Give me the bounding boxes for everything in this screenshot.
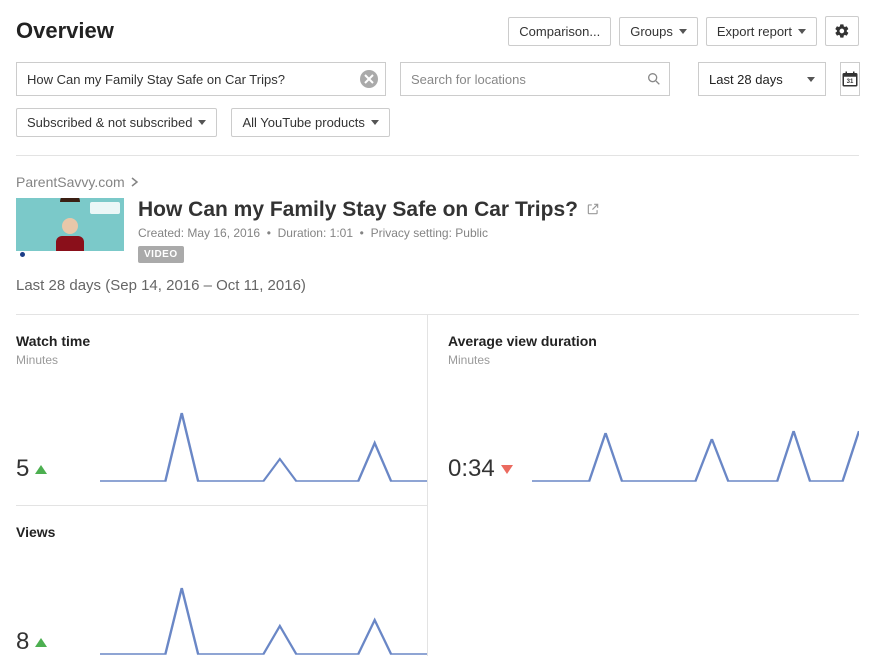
clear-icon bbox=[360, 70, 378, 88]
watch-time-sparkline bbox=[100, 403, 427, 483]
calendar-button[interactable]: 31 bbox=[840, 62, 860, 96]
gear-icon bbox=[834, 23, 850, 39]
metric-unit: Minutes bbox=[16, 353, 427, 367]
avg-view-duration-sparkline bbox=[532, 403, 859, 483]
metric-avg-view-duration[interactable]: Average view duration Minutes 0:34 bbox=[427, 315, 859, 656]
product-filter-dropdown[interactable]: All YouTube products bbox=[231, 108, 389, 137]
trend-up-icon bbox=[35, 465, 47, 474]
date-range-display: Last 28 days (Sep 14, 2016 – Oct 11, 201… bbox=[16, 277, 859, 294]
metric-watch-time[interactable]: Watch time Minutes 5 Views 8 bbox=[16, 315, 427, 656]
trend-down-icon bbox=[501, 465, 513, 474]
video-meta: Created: May 16, 2016 • Duration: 1:01 •… bbox=[138, 226, 600, 240]
breadcrumb-channel: ParentSavvy.com bbox=[16, 174, 125, 190]
product-filter-label: All YouTube products bbox=[242, 115, 364, 130]
video-created: Created: May 16, 2016 bbox=[138, 226, 260, 240]
metric-unit: Minutes bbox=[448, 353, 859, 367]
metric-title: Watch time bbox=[16, 333, 427, 349]
video-duration: Duration: 1:01 bbox=[278, 226, 353, 240]
groups-dropdown[interactable]: Groups bbox=[619, 17, 698, 46]
open-external-icon[interactable] bbox=[586, 198, 600, 222]
chevron-right-icon bbox=[131, 177, 139, 187]
trend-up-icon bbox=[35, 638, 47, 647]
video-title-link[interactable]: How Can my Family Stay Safe on Car Trips… bbox=[138, 198, 578, 222]
video-thumbnail[interactable] bbox=[16, 198, 124, 258]
chevron-down-icon bbox=[798, 29, 806, 34]
date-range-label: Last 28 days bbox=[709, 72, 783, 87]
location-search-input[interactable] bbox=[400, 62, 670, 96]
metric-value: 0:34 bbox=[448, 455, 518, 483]
metric-title: Average view duration bbox=[448, 333, 859, 349]
subscription-filter-dropdown[interactable]: Subscribed & not subscribed bbox=[16, 108, 217, 137]
metric-views[interactable]: Views 8 bbox=[16, 505, 427, 656]
svg-text:31: 31 bbox=[847, 79, 854, 85]
metric-value: 5 bbox=[16, 455, 86, 483]
chevron-down-icon bbox=[198, 120, 206, 125]
export-label: Export report bbox=[717, 24, 792, 39]
date-range-dropdown[interactable]: Last 28 days bbox=[698, 62, 826, 96]
comparison-button[interactable]: Comparison... bbox=[508, 17, 611, 46]
video-type-badge: VIDEO bbox=[138, 246, 184, 263]
chevron-down-icon bbox=[807, 77, 815, 82]
page-title: Overview bbox=[16, 18, 500, 44]
video-privacy: Privacy setting: Public bbox=[371, 226, 488, 240]
export-report-dropdown[interactable]: Export report bbox=[706, 17, 817, 46]
metric-value: 8 bbox=[16, 628, 86, 656]
search-icon bbox=[646, 71, 662, 87]
chevron-down-icon bbox=[679, 29, 687, 34]
settings-button[interactable] bbox=[825, 16, 859, 46]
breadcrumb[interactable]: ParentSavvy.com bbox=[16, 174, 139, 190]
clear-content-button[interactable] bbox=[360, 70, 378, 88]
content-filter-wrap bbox=[16, 62, 386, 96]
chevron-down-icon bbox=[371, 120, 379, 125]
comparison-label: Comparison... bbox=[519, 24, 600, 39]
content-filter-input[interactable] bbox=[16, 62, 386, 96]
views-sparkline bbox=[100, 576, 427, 656]
location-filter-wrap bbox=[400, 62, 670, 96]
subscription-filter-label: Subscribed & not subscribed bbox=[27, 115, 192, 130]
calendar-icon: 31 bbox=[841, 70, 859, 88]
metric-title: Views bbox=[16, 524, 427, 540]
groups-label: Groups bbox=[630, 24, 673, 39]
